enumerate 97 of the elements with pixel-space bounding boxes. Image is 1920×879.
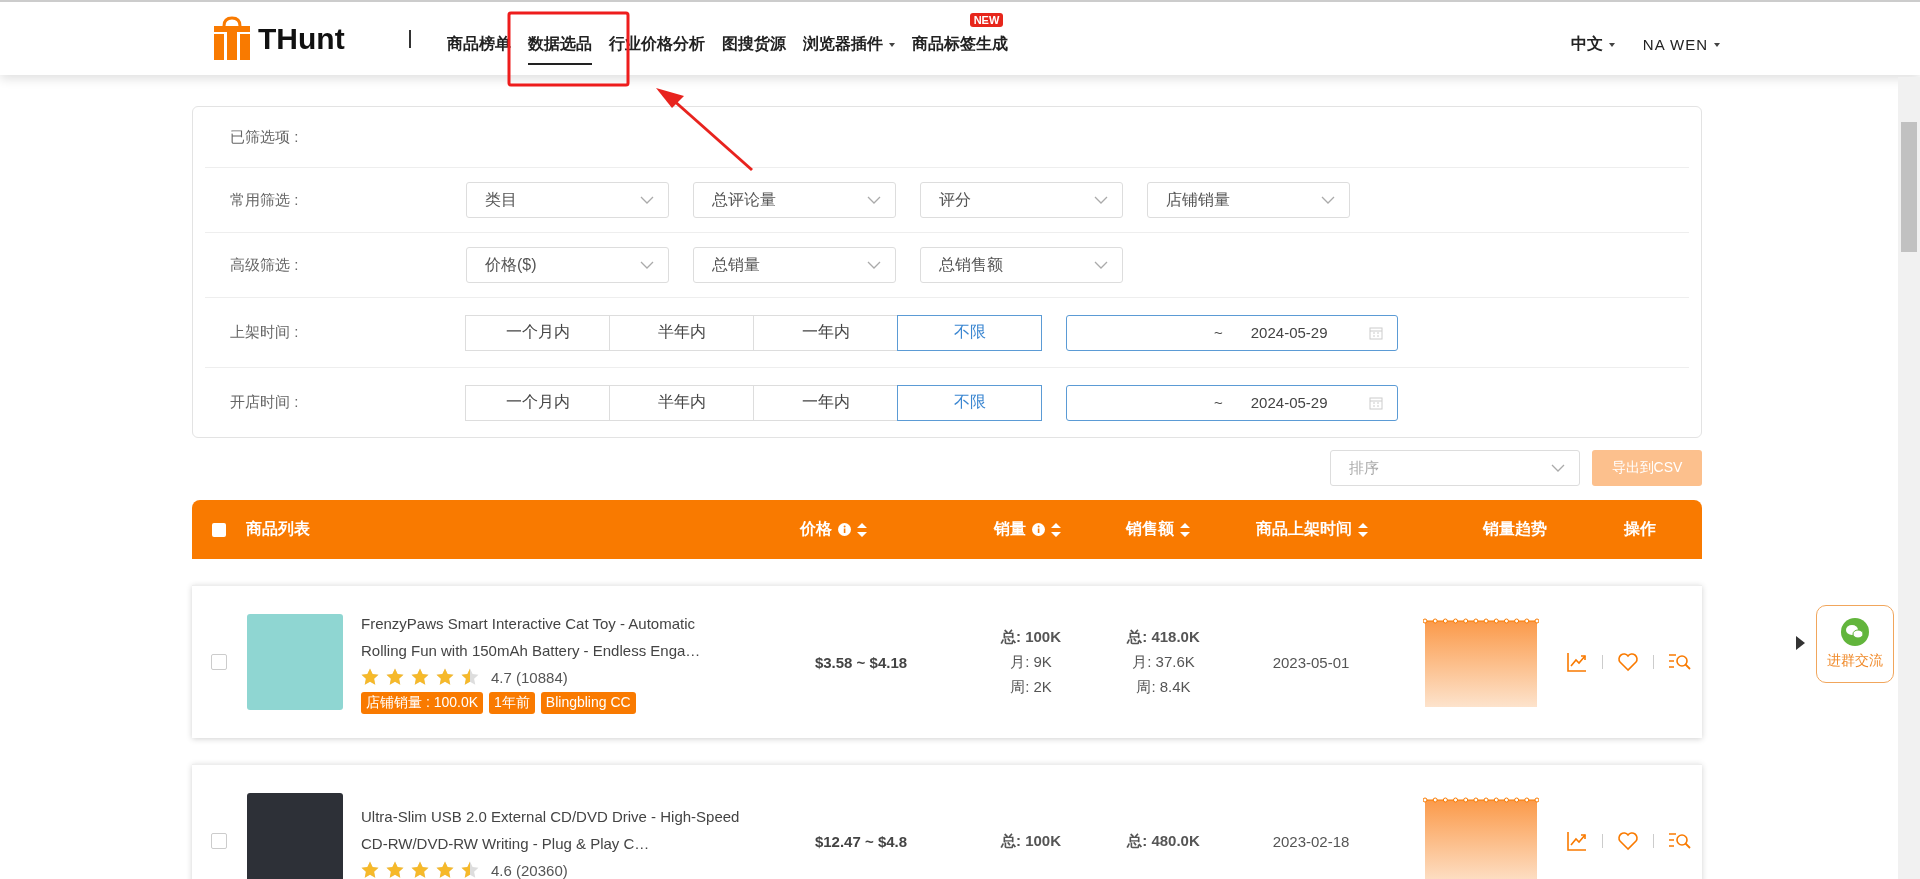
period-option[interactable]: 半年内 <box>609 314 754 351</box>
calendar-icon <box>1369 395 1383 410</box>
caret-icon <box>1714 42 1720 47</box>
filter-label: 上架时间 : <box>229 323 300 342</box>
filter-dropdown[interactable]: 总销量 <box>693 247 896 283</box>
product-title[interactable]: Ultra-Slim USB 2.0 External CD/DVD Drive - High-Speed CD-RW/DVD-RW Writing - Plug & Play C… <box>361 803 741 857</box>
product-tag: 1年前 <box>489 692 535 714</box>
list-search-icon[interactable] <box>1668 652 1692 672</box>
revenue-figure: 总: 480.0K <box>1127 831 1200 851</box>
chevron-down-icon <box>1094 196 1108 204</box>
star-icon <box>361 668 379 686</box>
heart-icon[interactable] <box>1617 831 1639 851</box>
column-header: 商品上架时间 <box>1256 519 1352 539</box>
select-all-checkbox[interactable] <box>212 522 226 537</box>
period-option[interactable]: 不限 <box>897 384 1042 421</box>
star-icon <box>436 668 454 686</box>
column-header: 操作 <box>1624 519 1656 539</box>
revenue-figure: 月: 37.6K <box>1132 652 1195 672</box>
list-search-icon[interactable] <box>1668 831 1692 851</box>
star-icon <box>461 861 479 879</box>
price-range: $12.47 ~ $4.8 <box>813 832 909 850</box>
chevron-down-icon <box>867 196 881 204</box>
listing-date: 2023-05-01 <box>1271 653 1351 671</box>
filter-dropdown[interactable]: 评分 <box>920 182 1123 218</box>
period-option[interactable]: 半年内 <box>609 384 754 421</box>
filter-dropdown[interactable]: 价格($) <box>466 247 669 283</box>
nav-link[interactable]: 浏览器插件 <box>802 28 895 65</box>
row-checkbox[interactable] <box>211 654 227 670</box>
trend-chart-icon[interactable] <box>1566 651 1588 673</box>
column-header: 商品列表 <box>246 519 310 539</box>
sales-figure: 月: 9K <box>1010 652 1052 672</box>
sort-icon[interactable] <box>857 522 867 537</box>
star-icon <box>361 861 379 879</box>
heart-icon[interactable] <box>1617 652 1639 672</box>
user-menu[interactable]: NA WEN <box>1642 28 1720 65</box>
filter-label: 开店时间 : <box>229 393 300 412</box>
caret-icon <box>888 42 895 47</box>
listing-date: 2023-02-18 <box>1271 832 1351 850</box>
star-icon <box>411 668 429 686</box>
period-option[interactable]: 一个月内 <box>465 314 610 351</box>
scrollbar-thumb[interactable] <box>1901 122 1917 252</box>
period-option[interactable]: 一年内 <box>753 384 898 421</box>
row-checkbox[interactable] <box>211 833 227 849</box>
chevron-down-icon <box>640 196 654 204</box>
sales-figure: 周: 2K <box>1010 677 1052 697</box>
filter-label: 高级筛选 : <box>229 255 300 275</box>
sort-icon[interactable] <box>1358 522 1368 537</box>
product-tag: Blingbling CC <box>540 692 636 714</box>
new-badge: NEW <box>969 13 1004 27</box>
rating-text: 4.6 (20360) <box>491 861 568 879</box>
caret-icon <box>1608 42 1615 47</box>
filter-dropdown[interactable]: 总销售额 <box>920 247 1123 283</box>
column-header: 价格 <box>800 519 832 539</box>
filter-dropdown[interactable]: 类目 <box>466 182 669 218</box>
star-icon <box>461 668 479 686</box>
filter-label: 常用筛选 : <box>229 190 300 210</box>
period-option[interactable]: 不限 <box>897 314 1042 351</box>
star-icon <box>386 668 404 686</box>
column-header: 销量 <box>994 519 1026 539</box>
chevron-down-icon <box>1094 261 1108 269</box>
rating-text: 4.7 (10884) <box>491 668 568 686</box>
column-header: 销量趋势 <box>1483 519 1547 539</box>
price-range: $3.58 ~ $4.18 <box>813 653 909 671</box>
chevron-down-icon <box>640 261 654 269</box>
date-range-field[interactable]: ~ 2024-05-29 <box>1066 384 1398 421</box>
language-menu[interactable]: 中文 <box>1570 28 1615 65</box>
period-option[interactable]: 一年内 <box>753 314 898 351</box>
sort-icon[interactable] <box>1051 522 1061 537</box>
chevron-down-icon <box>1321 196 1335 204</box>
revenue-figure: 周: 8.4K <box>1136 677 1191 697</box>
period-option[interactable]: 一个月内 <box>465 384 610 421</box>
filter-label: 已筛选项 : <box>229 127 300 147</box>
product-title[interactable]: FrenzyPaws Smart Interactive Cat Toy - Automatic Rolling Fun with 150mAh Battery - Endless Enga… <box>361 610 741 664</box>
sales-figure: 总: 100K <box>1001 627 1061 647</box>
nav-link[interactable]: 数据选品 <box>527 28 592 65</box>
chevron-down-icon <box>1551 464 1565 472</box>
column-header: 销售额 <box>1126 519 1174 539</box>
revenue-figure: 总: 418.0K <box>1127 627 1200 647</box>
sort-icon[interactable] <box>1180 522 1190 537</box>
chat-bubbles-icon <box>1841 618 1869 646</box>
sales-figure: 总: 100K <box>1001 831 1061 851</box>
star-icon <box>436 861 454 879</box>
logo-text: THunt <box>258 21 345 56</box>
date-range-field[interactable]: ~ 2024-05-29 <box>1066 314 1398 351</box>
nav-link[interactable]: 图搜货源 <box>721 28 786 65</box>
filter-dropdown[interactable]: 总评论量 <box>693 182 896 218</box>
star-icon <box>386 861 404 879</box>
triangle-right-icon[interactable] <box>1796 636 1805 650</box>
calendar-icon <box>1369 325 1383 340</box>
info-icon <box>1032 523 1045 536</box>
info-icon <box>838 523 851 536</box>
star-icon <box>411 861 429 879</box>
product-tag: 店铺销量 : 100.0K <box>361 692 484 714</box>
nav-link[interactable]: 商品标签生成 <box>911 28 1008 65</box>
filter-dropdown[interactable]: 店铺销量 <box>1147 182 1350 218</box>
trend-chart-icon[interactable] <box>1566 830 1588 852</box>
chevron-down-icon <box>867 261 881 269</box>
